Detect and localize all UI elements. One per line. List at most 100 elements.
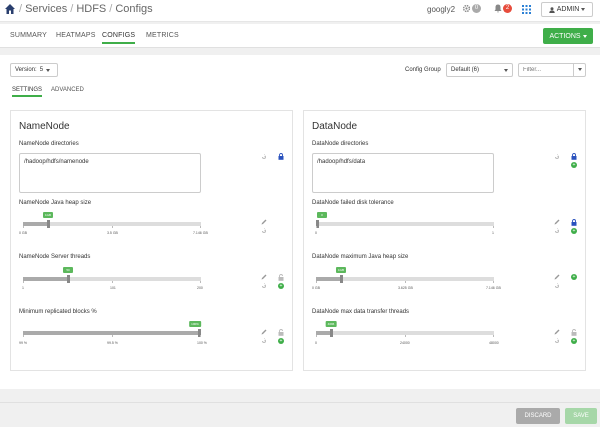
undo-icon[interactable] — [554, 338, 560, 344]
add-override-icon[interactable]: + — [278, 338, 284, 344]
edit-pencil-icon[interactable] — [261, 329, 267, 335]
slider-mid-label: 3.625 GB — [398, 286, 413, 290]
tab-heatmaps[interactable]: HEATMAPS — [56, 32, 96, 39]
undo-icon[interactable] — [261, 283, 267, 289]
subtab-advanced[interactable]: ADVANCED — [51, 87, 84, 93]
tab-configs[interactable]: CONFIGS — [102, 32, 136, 44]
slider-min-label: 0 GB — [312, 286, 320, 290]
admin-menu-button[interactable]: ADMIN — [541, 2, 593, 17]
slider-tick — [23, 335, 24, 337]
tab-summary[interactable]: SUMMARY — [10, 32, 47, 39]
alerts-count-badge: 2 — [503, 4, 512, 13]
slider-max-label: 7.146 GB — [193, 231, 208, 235]
config-group-value: Default (6) — [451, 67, 480, 73]
lock-icon[interactable] — [278, 153, 284, 160]
add-override-icon[interactable]: + — [571, 338, 577, 344]
slider-value-badge: 1GB — [335, 267, 347, 273]
edit-pencil-icon[interactable] — [261, 274, 267, 280]
config-group-select[interactable]: Default (6) — [446, 63, 513, 77]
slider-fill — [316, 277, 341, 281]
slider-value-badge: 1GB — [42, 212, 54, 218]
slider-value-badge: 4096 — [325, 321, 337, 327]
add-override-icon[interactable]: + — [571, 228, 577, 234]
lock-icon[interactable] — [571, 219, 577, 226]
discard-button[interactable]: DISCARD — [516, 408, 560, 424]
slider-handle[interactable] — [340, 275, 343, 283]
slider-fill — [316, 331, 331, 335]
slider-max-label: 200 — [197, 286, 203, 290]
lock-open-icon[interactable] — [571, 329, 577, 336]
datanode-failed-label: DataNode failed disk tolerance — [312, 200, 394, 206]
lock-icon[interactable] — [571, 153, 577, 160]
slider-tick — [316, 335, 317, 337]
filter-dropdown-button[interactable] — [573, 63, 586, 77]
slider-value-badge: 50 — [63, 267, 73, 273]
version-select[interactable]: Version: 5 — [10, 63, 58, 77]
undo-icon[interactable] — [554, 228, 560, 234]
edit-pencil-icon[interactable] — [554, 219, 560, 225]
edit-pencil-icon[interactable] — [554, 274, 560, 280]
datanode-dirs-label: DataNode directories — [312, 141, 369, 147]
config-group-label: Config Group — [405, 67, 441, 73]
subtab-settings[interactable]: SETTINGS — [12, 87, 43, 97]
slider-tick — [493, 226, 494, 228]
slider-tick — [112, 335, 113, 337]
edit-pencil-icon[interactable] — [554, 329, 560, 335]
datanode-transfer-slider[interactable]: 4096 — [316, 321, 494, 337]
slider-mid-label: 3.5 GB — [107, 231, 118, 235]
namenode-min-blocks-slider[interactable]: 100% — [23, 321, 201, 337]
undo-icon[interactable] — [554, 154, 560, 160]
admin-label: ADMIN — [556, 6, 580, 13]
chevron-down-icon — [578, 68, 582, 71]
version-label: Version: — [15, 67, 37, 73]
datanode-heap-slider[interactable]: 1GB — [316, 267, 494, 283]
apps-grid-icon[interactable] — [522, 5, 531, 14]
namenode-threads-label: NameNode Server threads — [19, 254, 91, 260]
slider-min-label: 1 — [22, 286, 24, 290]
undo-icon[interactable] — [554, 283, 560, 289]
breadcrumb-configs: Configs — [115, 3, 153, 15]
add-override-icon[interactable]: + — [278, 283, 284, 289]
top-bar: / Services / HDFS / Configs googly2 0 2 … — [0, 0, 600, 22]
datanode-title: DataNode — [312, 121, 358, 132]
slider-handle[interactable] — [330, 329, 333, 337]
undo-icon[interactable] — [261, 228, 267, 234]
gear-icon — [462, 4, 471, 13]
add-override-icon[interactable]: + — [571, 274, 577, 280]
slider-max-label: 7.146 GB — [486, 286, 501, 290]
namenode-heap-slider[interactable]: 1GB — [23, 212, 201, 228]
tab-metrics[interactable]: METRICS — [146, 32, 179, 39]
namenode-threads-slider[interactable]: 50 — [23, 267, 201, 283]
alerts-indicator[interactable]: 2 — [494, 4, 512, 13]
chevron-down-icon — [582, 34, 587, 38]
undo-icon[interactable] — [261, 154, 267, 160]
home-icon[interactable] — [4, 3, 16, 15]
slider-value-badge: 100% — [189, 321, 201, 327]
datanode-dirs-input[interactable]: /hadoop/hdfs/data — [312, 153, 494, 193]
save-button[interactable]: SAVE — [565, 408, 597, 424]
undo-icon[interactable] — [261, 338, 267, 344]
slider-tick — [493, 281, 494, 283]
slider-handle[interactable] — [67, 275, 70, 283]
breadcrumb-services[interactable]: Services — [25, 3, 67, 15]
add-override-icon[interactable]: + — [571, 162, 577, 168]
namenode-dirs-input[interactable]: /hadoop/hdfs/namenode — [19, 153, 201, 193]
settings-count-badge: 0 — [472, 4, 481, 13]
datanode-failed-slider[interactable]: 0 — [316, 212, 494, 228]
slider-handle[interactable] — [47, 220, 50, 228]
lock-open-icon[interactable] — [278, 274, 284, 281]
slider-tick — [493, 335, 494, 337]
slider-min-label: 0 GB — [19, 231, 27, 235]
slider-tick — [112, 281, 113, 283]
slider-fill — [23, 277, 68, 281]
breadcrumb-separator: / — [19, 3, 23, 15]
actions-button[interactable]: ACTIONS — [543, 28, 593, 44]
namenode-panel: NameNode NameNode directories /hadoop/hd… — [10, 110, 293, 371]
settings-indicator[interactable]: 0 — [462, 4, 481, 13]
slider-tick — [405, 281, 406, 283]
slider-min-label: 0 — [315, 231, 317, 235]
lock-open-icon[interactable] — [278, 329, 284, 336]
chevron-down-icon — [504, 69, 508, 72]
edit-pencil-icon[interactable] — [261, 219, 267, 225]
breadcrumb-hdfs[interactable]: HDFS — [76, 3, 106, 15]
